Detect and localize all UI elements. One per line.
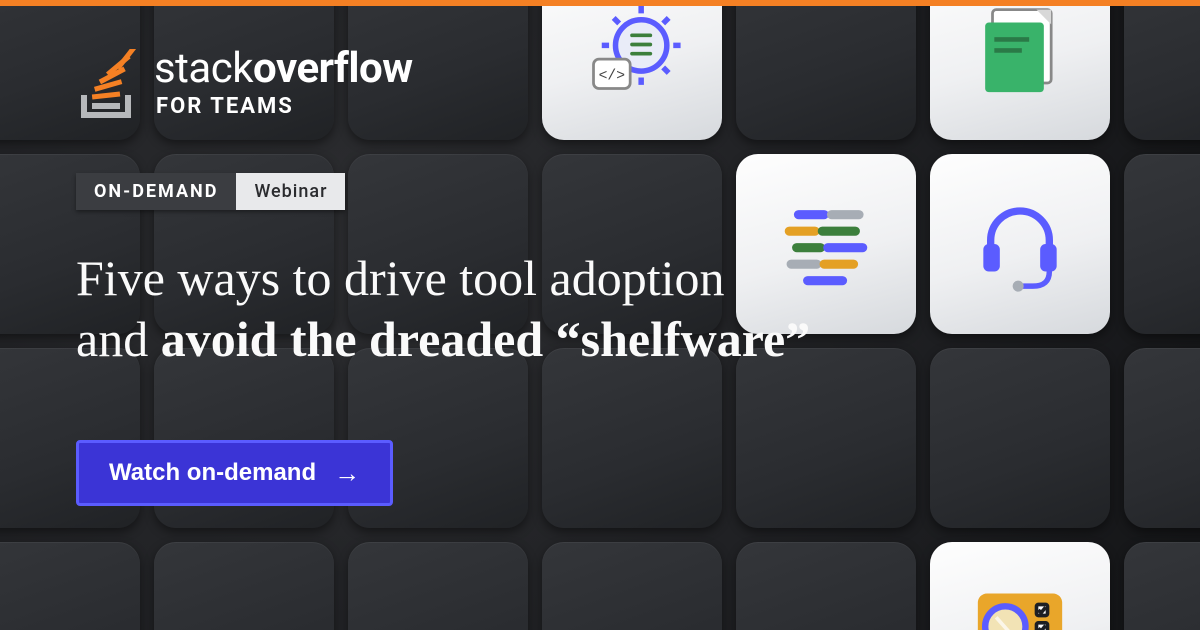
headline-line2-bold: avoid the dreaded “shelfware” [161, 311, 811, 367]
brand-name-a: stack [154, 44, 253, 93]
brand-name-b: overflow [253, 44, 413, 93]
content-area: stackoverflow FOR TEAMS ON-DEMAND Webina… [76, 48, 1160, 590]
brand-logo: stackoverflow FOR TEAMS [76, 48, 1160, 119]
badge-webinar: Webinar [236, 173, 345, 210]
stack-overflow-icon [76, 49, 140, 119]
promo-banner: </> [0, 0, 1200, 630]
brand-subtitle: FOR TEAMS [156, 94, 413, 119]
badge-row: ON-DEMAND Webinar [76, 173, 345, 210]
headline: Five ways to drive tool adoption and avo… [76, 248, 996, 370]
badge-on-demand: ON-DEMAND [76, 173, 236, 210]
watch-on-demand-button[interactable]: Watch on-demand → [76, 440, 393, 506]
accent-top-bar [0, 0, 1200, 6]
headline-line2-pre: and [76, 311, 161, 367]
brand-text: stackoverflow FOR TEAMS [154, 48, 413, 119]
cta-label: Watch on-demand [109, 459, 316, 487]
headline-line1: Five ways to drive tool adoption [76, 250, 725, 306]
arrow-right-icon: → [334, 460, 360, 486]
